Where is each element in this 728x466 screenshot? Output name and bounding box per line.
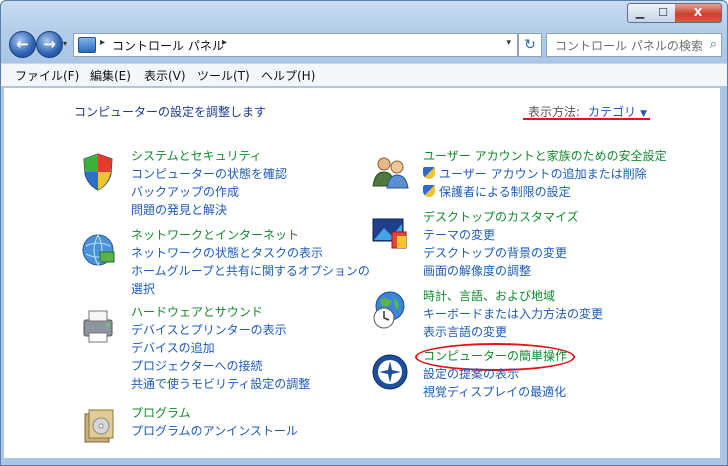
navigation-bar: ← → ▾ ▸ コントロール パネル ▸ ▾ ↻ コントロール パネルの検索 ⌕ <box>1 31 727 61</box>
category-link[interactable]: 保護者による制限の設定 <box>423 183 667 201</box>
category-link[interactable]: プロジェクターへの接続 <box>131 357 310 375</box>
category-link-text: ユーザー アカウントの追加または削除 <box>439 167 647 181</box>
menu-edit[interactable]: 編集(E) <box>90 67 131 84</box>
menu-help[interactable]: ヘルプ(H) <box>261 67 315 84</box>
category-link[interactable]: 表示言語の変更 <box>423 323 603 341</box>
control-panel-window: ▁ ☐ X ← → ▾ ▸ コントロール パネル ▸ ▾ ↻ コントロール パネ… <box>0 0 728 466</box>
category-link[interactable]: ユーザー アカウントの追加または削除 <box>423 165 667 183</box>
category-link[interactable]: デバイスの追加 <box>131 339 310 357</box>
menu-view[interactable]: 表示(V) <box>144 67 186 84</box>
category-title[interactable]: 時計、言語、および地域 <box>423 287 603 305</box>
maximize-button[interactable]: ☐ <box>651 3 676 23</box>
search-input[interactable]: コントロール パネルの検索 ⌕ <box>546 33 722 57</box>
category-link[interactable]: テーマの変更 <box>423 226 579 244</box>
shield-icon <box>423 167 435 179</box>
menu-tools[interactable]: ツール(T) <box>197 67 250 84</box>
category-link[interactable]: キーボードまたは入力方法の変更 <box>423 305 603 323</box>
search-icon[interactable]: ⌕ <box>710 37 717 52</box>
address-dropdown-icon[interactable]: ▾ <box>506 38 511 48</box>
category-link[interactable]: コンピューターの状態を確認 <box>131 165 287 183</box>
category-system-security: システムとセキュリティ コンピューターの状態を確認 バックアップの作成 問題の発… <box>131 147 287 219</box>
globe-clock-icon[interactable] <box>370 290 410 330</box>
category-appearance: デスクトップのカスタマイズ テーマの変更 デスクトップの背景の変更 画面の解像度… <box>423 208 579 280</box>
category-link[interactable]: 設定の提案の表示 <box>423 365 567 383</box>
category-link[interactable]: ホームグループと共有に関するオプションの <box>131 262 370 280</box>
category-ease-of-access: コンピューターの簡単操作 設定の提案の表示 視覚ディスプレイの最適化 <box>423 347 567 401</box>
category-network-internet: ネットワークとインターネット ネットワークの状態とタスクの表示 ホームグループと… <box>131 226 370 298</box>
close-button[interactable]: X <box>675 3 722 23</box>
breadcrumb-separator-icon[interactable]: ▸ <box>222 37 227 48</box>
breadcrumb-control-panel[interactable]: コントロール パネル <box>112 37 224 54</box>
breadcrumb-separator-icon[interactable]: ▸ <box>100 37 105 48</box>
view-by-value[interactable]: カテゴリ <box>588 105 636 119</box>
category-clock-region: 時計、言語、および地域 キーボードまたは入力方法の変更 表示言語の変更 <box>423 287 603 341</box>
search-placeholder: コントロール パネルの検索 <box>555 39 703 53</box>
category-title[interactable]: ネットワークとインターネット <box>131 226 370 244</box>
refresh-button[interactable]: ↻ <box>518 33 542 57</box>
network-icon[interactable] <box>78 230 118 270</box>
shield-icon[interactable] <box>78 152 118 192</box>
address-bar[interactable]: ▸ コントロール パネル ▸ ▾ <box>73 33 518 57</box>
category-hardware-sound: ハードウェアとサウンド デバイスとプリンターの表示 デバイスの追加 プロジェクタ… <box>131 303 310 393</box>
page-title: コンピューターの設定を調整します <box>74 105 267 119</box>
title-bar: ▁ ☐ X <box>1 1 727 27</box>
category-link[interactable]: ネットワークの状態とタスクの表示 <box>131 244 370 262</box>
shield-icon <box>423 185 435 197</box>
ease-of-access-icon[interactable] <box>370 352 410 392</box>
category-user-accounts: ユーザー アカウントと家族のための安全設定 ユーザー アカウントの追加または削除… <box>423 147 667 201</box>
category-programs: プログラム プログラムのアンインストール <box>131 404 298 440</box>
control-panel-icon <box>78 37 96 53</box>
category-link[interactable]: 画面の解像度の調整 <box>423 262 579 280</box>
category-link[interactable]: 選択 <box>131 280 370 298</box>
forward-button[interactable]: → <box>36 31 63 58</box>
desktop-icon[interactable] <box>370 214 410 254</box>
menu-file[interactable]: ファイル(F) <box>15 67 79 84</box>
main-content: コンピューターの設定を調整します 表示方法: カテゴリ ▼ システムとセキュリティ … <box>3 87 721 459</box>
category-link[interactable]: デスクトップの背景の変更 <box>423 244 579 262</box>
users-icon[interactable] <box>370 152 410 192</box>
category-title[interactable]: プログラム <box>131 404 298 422</box>
highlight-underline <box>523 118 650 120</box>
view-by-label: 表示方法: <box>528 105 581 119</box>
recent-pages-dropdown-icon[interactable]: ▾ <box>63 39 67 48</box>
menu-bar: ファイル(F) 編集(E) 表示(V) ツール(T) ヘルプ(H) <box>1 63 727 86</box>
category-title[interactable]: システムとセキュリティ <box>131 147 287 165</box>
category-link[interactable]: プログラムのアンインストール <box>131 422 298 440</box>
category-title[interactable]: ハードウェアとサウンド <box>131 303 310 321</box>
programs-icon[interactable] <box>78 406 118 446</box>
printer-icon[interactable] <box>78 306 118 346</box>
category-title[interactable]: コンピューターの簡単操作 <box>423 347 567 365</box>
category-link[interactable]: 問題の発見と解決 <box>131 201 287 219</box>
category-link[interactable]: デバイスとプリンターの表示 <box>131 321 310 339</box>
category-link[interactable]: 視覚ディスプレイの最適化 <box>423 383 567 401</box>
back-button[interactable]: ← <box>9 31 36 58</box>
category-link[interactable]: 共通で使うモビリティ設定の調整 <box>131 375 310 393</box>
category-link-text: 保護者による制限の設定 <box>439 185 571 199</box>
category-title[interactable]: ユーザー アカウントと家族のための安全設定 <box>423 147 667 165</box>
category-link[interactable]: バックアップの作成 <box>131 183 287 201</box>
minimize-button[interactable]: ▁ <box>627 3 653 23</box>
category-title[interactable]: デスクトップのカスタマイズ <box>423 208 579 226</box>
